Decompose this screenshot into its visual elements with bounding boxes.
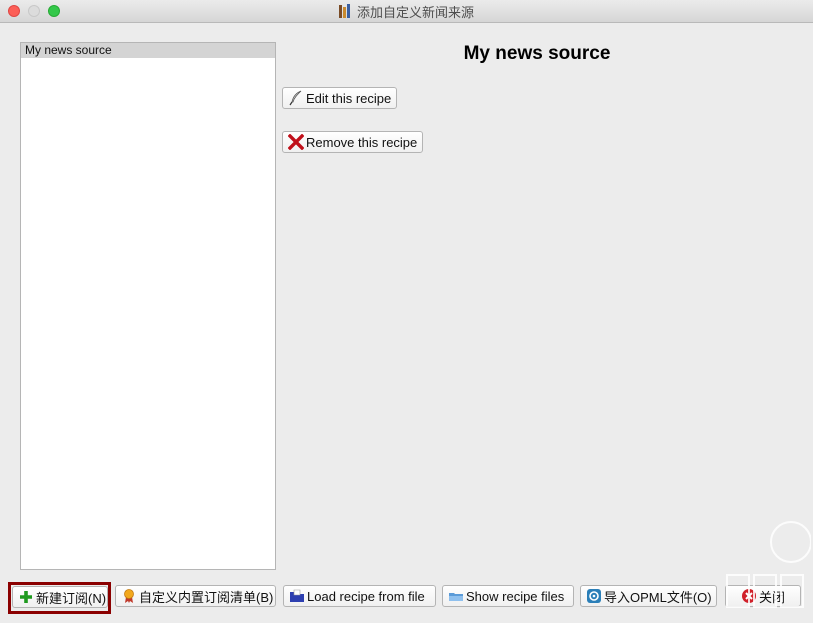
customize-builtin-label: 自定义内置订阅清单(B) [139,589,274,605]
window-title: 添加自定义新闻来源 [356,4,474,20]
red-x-icon [287,133,305,151]
remove-recipe-button[interactable]: Remove this recipe [282,131,424,153]
load-recipe-file-label: Load recipe from file [307,588,425,604]
edit-recipe-button[interactable]: Edit this recipe [282,87,398,109]
recipe-list[interactable]: My news source [20,42,276,570]
title-bar: 添加自定义新闻来源 [0,0,813,23]
show-recipe-files-button[interactable]: Show recipe files [442,585,574,607]
list-item[interactable]: My news source [21,43,275,58]
show-recipe-files-label: Show recipe files [466,588,565,604]
new-recipe-label: 新建订阅(N) [36,590,107,606]
quill-pen-icon [288,90,304,106]
window-title-area: 添加自定义新闻来源 [0,0,813,22]
books-icon [338,4,353,18]
watermark-logo [721,520,812,620]
opml-icon [586,588,602,604]
load-recipe-file-button[interactable]: Load recipe from file [283,585,436,607]
green-plus-icon [18,589,34,605]
folder-open-icon [448,588,464,604]
list-item-label: My news source [25,43,112,57]
remove-recipe-label: Remove this recipe [306,134,418,150]
edit-recipe-label: Edit this recipe [306,90,392,106]
folder-icon [289,588,305,604]
import-opml-button[interactable]: 导入OPML文件(O) [580,585,717,607]
award-ribbon-icon [121,588,137,604]
import-opml-label: 导入OPML文件(O) [604,589,712,605]
customize-builtin-button[interactable]: 自定义内置订阅清单(B) [115,585,276,607]
recipe-title: My news source [463,43,611,64]
new-recipe-button[interactable]: 新建订阅(N) [12,586,108,608]
